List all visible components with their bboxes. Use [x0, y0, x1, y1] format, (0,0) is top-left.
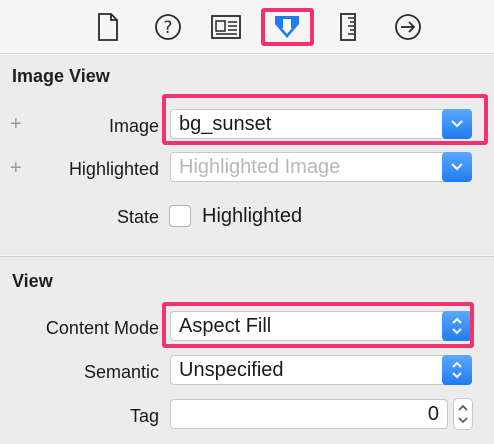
highlighted-checkbox-label: Highlighted — [202, 205, 303, 227]
image-view-title: Image View — [12, 66, 110, 86]
tag-field[interactable]: 0 — [170, 399, 448, 429]
highlighted-dropdown-button[interactable] — [442, 152, 472, 182]
semantic-stepper-button[interactable] — [442, 355, 472, 385]
image-label: Image — [108, 116, 159, 136]
svg-text:?: ? — [163, 18, 172, 38]
semantic-label: Semantic — [83, 362, 159, 382]
up-down-chevron-icon — [452, 361, 462, 379]
highlighted-checkbox[interactable] — [169, 205, 191, 227]
highlighted-add-variation-icon[interactable]: + — [10, 158, 22, 178]
highlighted-label: Highlighted — [68, 159, 159, 179]
tag-label: Tag — [129, 406, 159, 426]
view-title: View — [12, 271, 53, 291]
help-icon[interactable]: ? — [148, 8, 188, 46]
image-field-highlight-box — [162, 94, 488, 145]
image-add-variation-icon[interactable]: + — [10, 114, 22, 134]
state-label: State — [116, 207, 159, 227]
tag-stepper[interactable] — [453, 398, 473, 430]
connections-icon[interactable] — [388, 8, 428, 46]
semantic-select[interactable]: Unspecified — [170, 355, 470, 385]
size-icon[interactable] — [328, 8, 368, 46]
content-mode-label: Content Mode — [45, 318, 159, 338]
highlighted-image-field[interactable]: Highlighted Image — [170, 152, 470, 182]
file-inspector-icon[interactable] — [88, 8, 128, 46]
up-down-chevron-icon — [458, 404, 468, 424]
content-mode-highlight-box — [162, 302, 474, 348]
chevron-down-icon — [451, 163, 463, 171]
inspector-toolbar: ? — [0, 0, 494, 54]
attributes-highlight-box — [261, 8, 314, 46]
identity-icon[interactable] — [206, 8, 246, 46]
